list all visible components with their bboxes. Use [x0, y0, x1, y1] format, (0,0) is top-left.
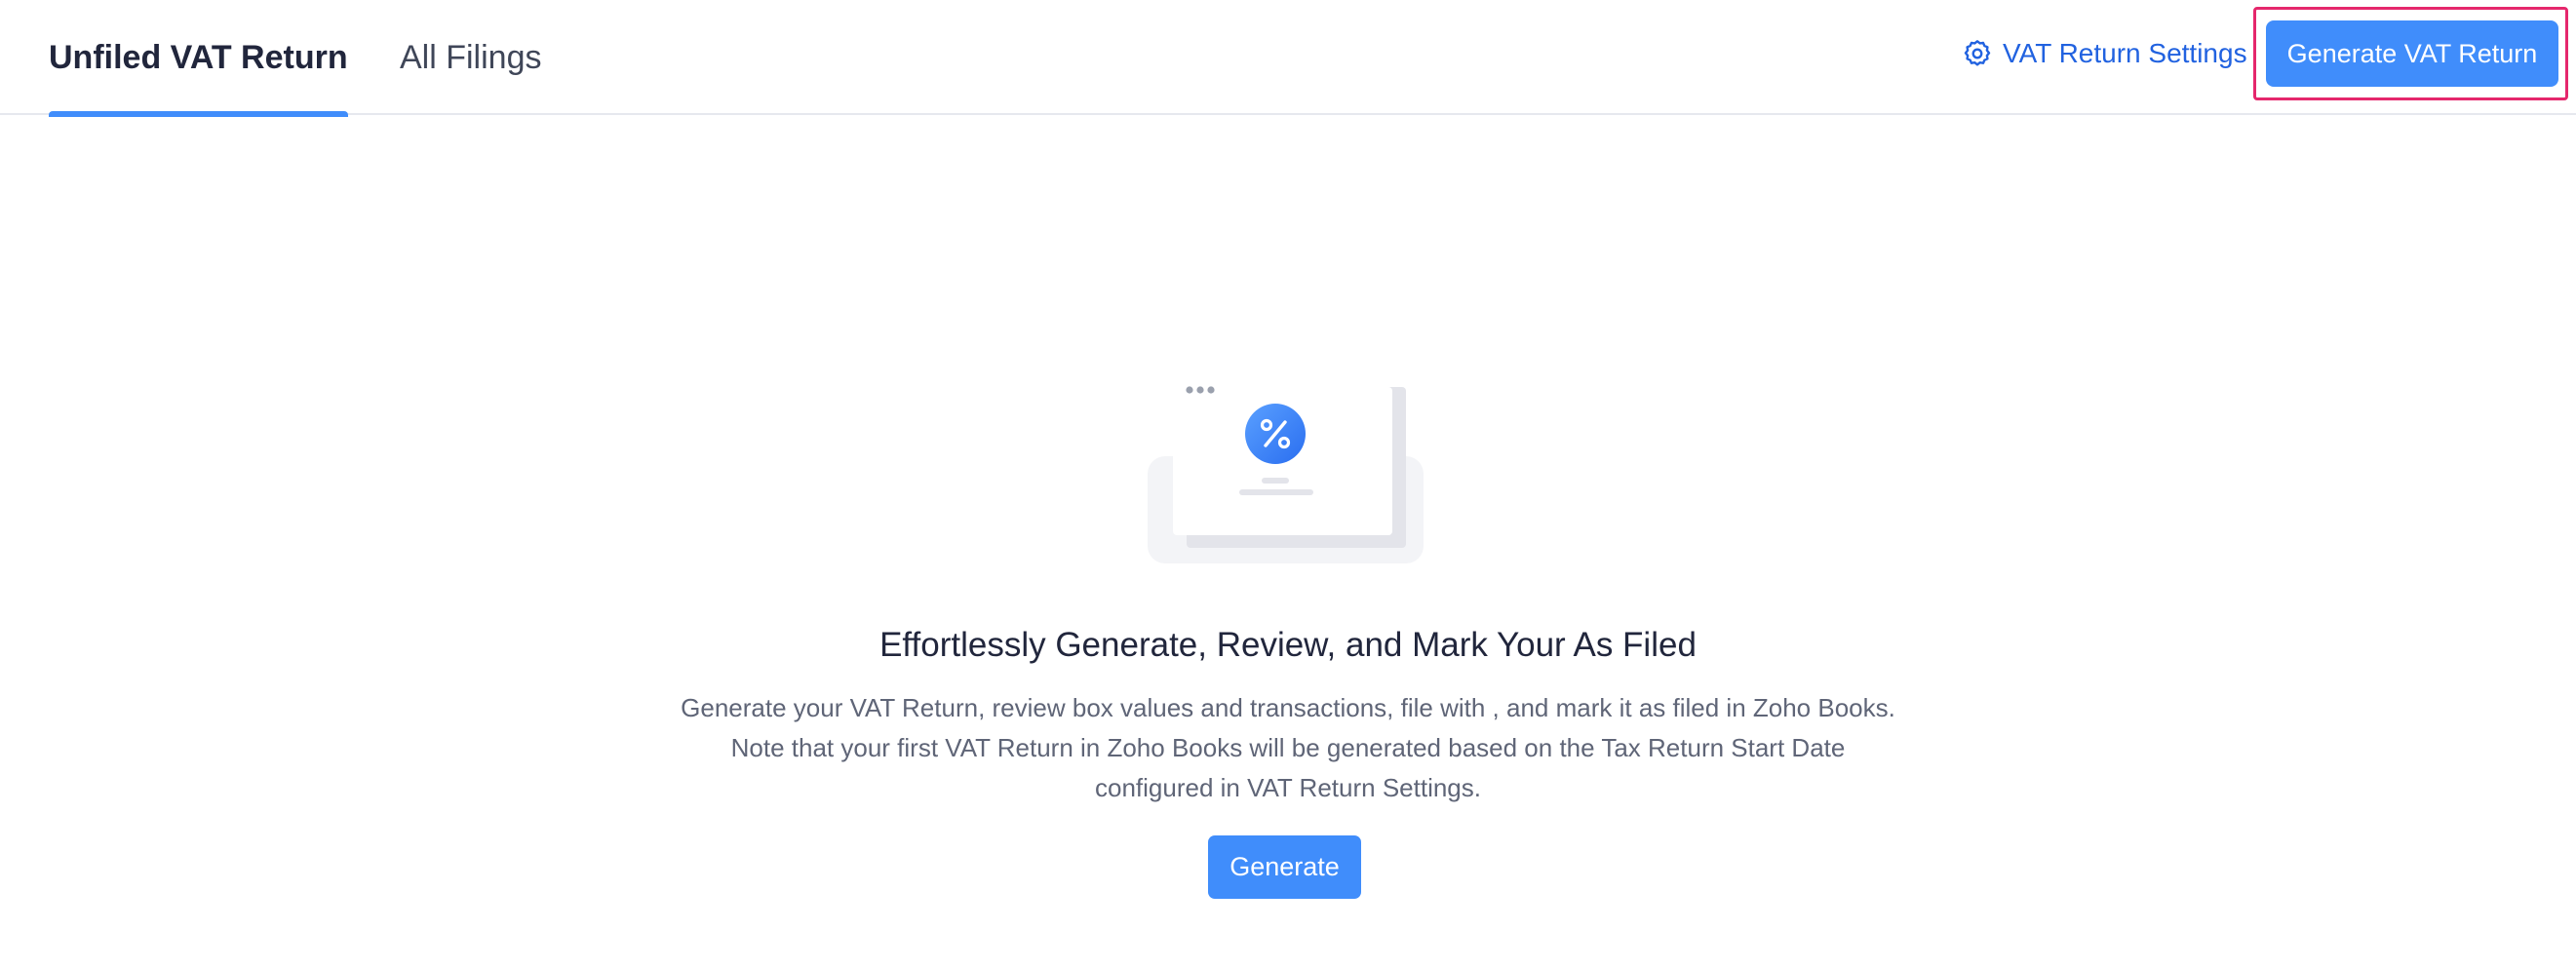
top-navigation-bar: Unfiled VAT Return All Filings VAT Retur… — [0, 0, 2576, 117]
description-line: configured in VAT Return Settings. — [1095, 773, 1481, 802]
tab-unfiled-vat-return[interactable]: Unfiled VAT Return — [49, 0, 348, 117]
tab-all-filings[interactable]: All Filings — [400, 0, 541, 115]
tab-label: All Filings — [400, 38, 542, 76]
empty-state-description: Generate your VAT Return, review box val… — [605, 688, 1971, 808]
settings-link-label: VAT Return Settings — [2003, 38, 2247, 68]
generate-button[interactable]: Generate — [1208, 835, 1361, 899]
description-line: Generate your VAT Return, review box val… — [681, 693, 1895, 722]
vat-return-settings-link[interactable]: VAT Return Settings — [1962, 0, 2247, 107]
gear-icon — [1964, 40, 1991, 66]
percent-document-icon — [1148, 386, 1424, 563]
description-line: Note that your first VAT Return in Zoho … — [730, 733, 1846, 762]
empty-state-title: Effortlessly Generate, Review, and Mark … — [879, 626, 1697, 664]
generate-vat-return-button[interactable]: Generate VAT Return — [2266, 20, 2558, 87]
tab-label: Unfiled VAT Return — [49, 38, 348, 76]
